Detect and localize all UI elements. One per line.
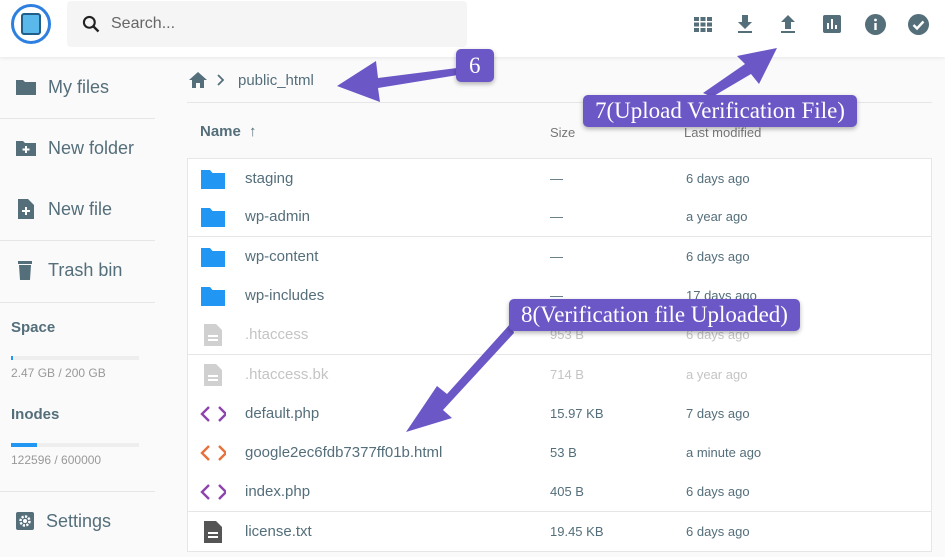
annotation-callout: 6 xyxy=(456,49,494,82)
sidebar-item-settings[interactable]: Settings xyxy=(0,501,155,541)
file-name: index.php xyxy=(245,483,311,501)
table-row[interactable]: google2ec6fdb7377ff01b.html 53 B a minute … xyxy=(187,433,932,474)
grid-view-icon[interactable] xyxy=(691,12,715,36)
column-name-header[interactable]: Name ↑ xyxy=(200,123,257,140)
breadcrumb: public_html xyxy=(188,68,314,92)
folder-icon xyxy=(200,245,226,269)
file-size: — xyxy=(550,171,563,186)
file-icon xyxy=(200,323,226,347)
folder-icon xyxy=(200,205,226,229)
inodes-label: Inodes xyxy=(11,406,60,423)
file-size: 19.45 KB xyxy=(550,523,604,539)
folder-icon xyxy=(16,80,36,95)
file-name: staging xyxy=(245,170,294,187)
gear-icon xyxy=(16,512,34,530)
code-icon xyxy=(200,441,226,465)
upload-icon[interactable] xyxy=(776,12,800,36)
file-modified: a year ago xyxy=(686,209,748,225)
column-size-header[interactable]: Size xyxy=(550,125,575,140)
file-size: 53 B xyxy=(550,445,577,461)
folder-plus-icon xyxy=(16,141,36,156)
code-icon xyxy=(200,402,226,426)
file-name: .htaccess.bk xyxy=(245,365,329,383)
file-modified: a minute ago xyxy=(686,445,762,461)
sidebar-item-label: Trash bin xyxy=(48,259,123,280)
sidebar-item-label: New file xyxy=(48,198,113,219)
file-size: 15.97 KB xyxy=(550,405,604,421)
search-input[interactable] xyxy=(111,15,451,33)
file-modified: 6 days ago xyxy=(686,484,750,500)
inodes-progress-bar xyxy=(11,443,139,447)
sidebar-item-new-file[interactable]: New file xyxy=(0,189,155,229)
inodes-usage-text: 122596 / 600000 xyxy=(11,453,102,467)
search-box[interactable] xyxy=(67,1,467,47)
sidebar-item-label: Settings xyxy=(46,510,112,531)
file-size: — xyxy=(550,209,563,225)
file-text-icon xyxy=(200,520,226,544)
table-row[interactable]: staging — 6 days ago xyxy=(187,158,932,198)
table-row[interactable]: index.php 405 B 6 days ago xyxy=(187,472,932,513)
file-icon xyxy=(200,363,226,387)
sidebar-item-new-folder[interactable]: New folder xyxy=(0,128,155,168)
home-icon[interactable] xyxy=(188,71,208,89)
sort-ascending-icon: ↑ xyxy=(249,123,257,140)
file-name: wp-admin xyxy=(245,208,311,226)
sidebar-item-my-files[interactable]: My files xyxy=(0,67,155,107)
chevron-right-icon xyxy=(217,74,225,86)
file-modified: a year ago xyxy=(686,366,748,382)
file-name: license.txt xyxy=(245,522,312,540)
divider xyxy=(0,491,155,492)
space-label: Space xyxy=(11,319,56,336)
file-name: google2ec6fdb7377ff01b.html xyxy=(245,444,443,462)
file-size: — xyxy=(550,248,563,264)
divider xyxy=(0,302,155,303)
divider xyxy=(0,240,155,241)
divider xyxy=(0,118,155,119)
space-progress-bar xyxy=(11,356,139,360)
file-size: 405 B xyxy=(550,484,584,500)
folder-icon xyxy=(200,167,226,191)
file-name: wp-content xyxy=(245,247,319,265)
file-plus-icon xyxy=(18,199,34,219)
sidebar-item-label: My files xyxy=(48,76,110,97)
column-modified-header[interactable]: Last modified xyxy=(684,125,761,140)
table-row[interactable]: wp-content — 6 days ago xyxy=(187,236,932,277)
app-logo[interactable] xyxy=(11,4,51,44)
file-modified: 6 days ago xyxy=(686,171,750,186)
check-icon[interactable] xyxy=(906,12,930,36)
info-icon[interactable] xyxy=(863,12,887,36)
sidebar: My files New folder New file Trash bin S… xyxy=(0,57,155,557)
file-size: 714 B xyxy=(550,366,584,382)
sidebar-item-trash-bin[interactable]: Trash bin xyxy=(0,250,155,290)
file-modified: 6 days ago xyxy=(686,248,750,264)
table-row[interactable]: default.php 15.97 KB 7 days ago xyxy=(187,393,932,434)
floppy-disk-icon xyxy=(21,13,41,35)
sidebar-item-label: New folder xyxy=(48,137,135,158)
code-icon xyxy=(200,480,226,504)
download-icon[interactable] xyxy=(733,12,757,36)
stats-icon[interactable] xyxy=(820,12,844,36)
folder-icon xyxy=(200,284,226,308)
file-modified: 6 days ago xyxy=(686,523,750,539)
breadcrumb-current[interactable]: public_html xyxy=(238,72,314,89)
file-name: wp-includes xyxy=(245,286,325,304)
space-usage-text: 2.47 GB / 200 GB xyxy=(11,366,106,380)
trash-icon xyxy=(18,261,32,280)
search-icon xyxy=(82,15,100,33)
file-modified: 7 days ago xyxy=(686,405,750,421)
annotation-callout: 7(Upload Verification File) xyxy=(583,95,857,127)
table-row[interactable]: license.txt 19.45 KB 6 days ago xyxy=(187,511,932,552)
file-name: default.php xyxy=(245,404,320,422)
table-row[interactable]: .htaccess.bk 714 B a year ago xyxy=(187,354,932,395)
file-name: .htaccess xyxy=(245,326,309,344)
annotation-callout: 8(Verification file Uploaded) xyxy=(509,299,800,331)
table-row[interactable]: wp-admin — a year ago xyxy=(187,197,932,238)
